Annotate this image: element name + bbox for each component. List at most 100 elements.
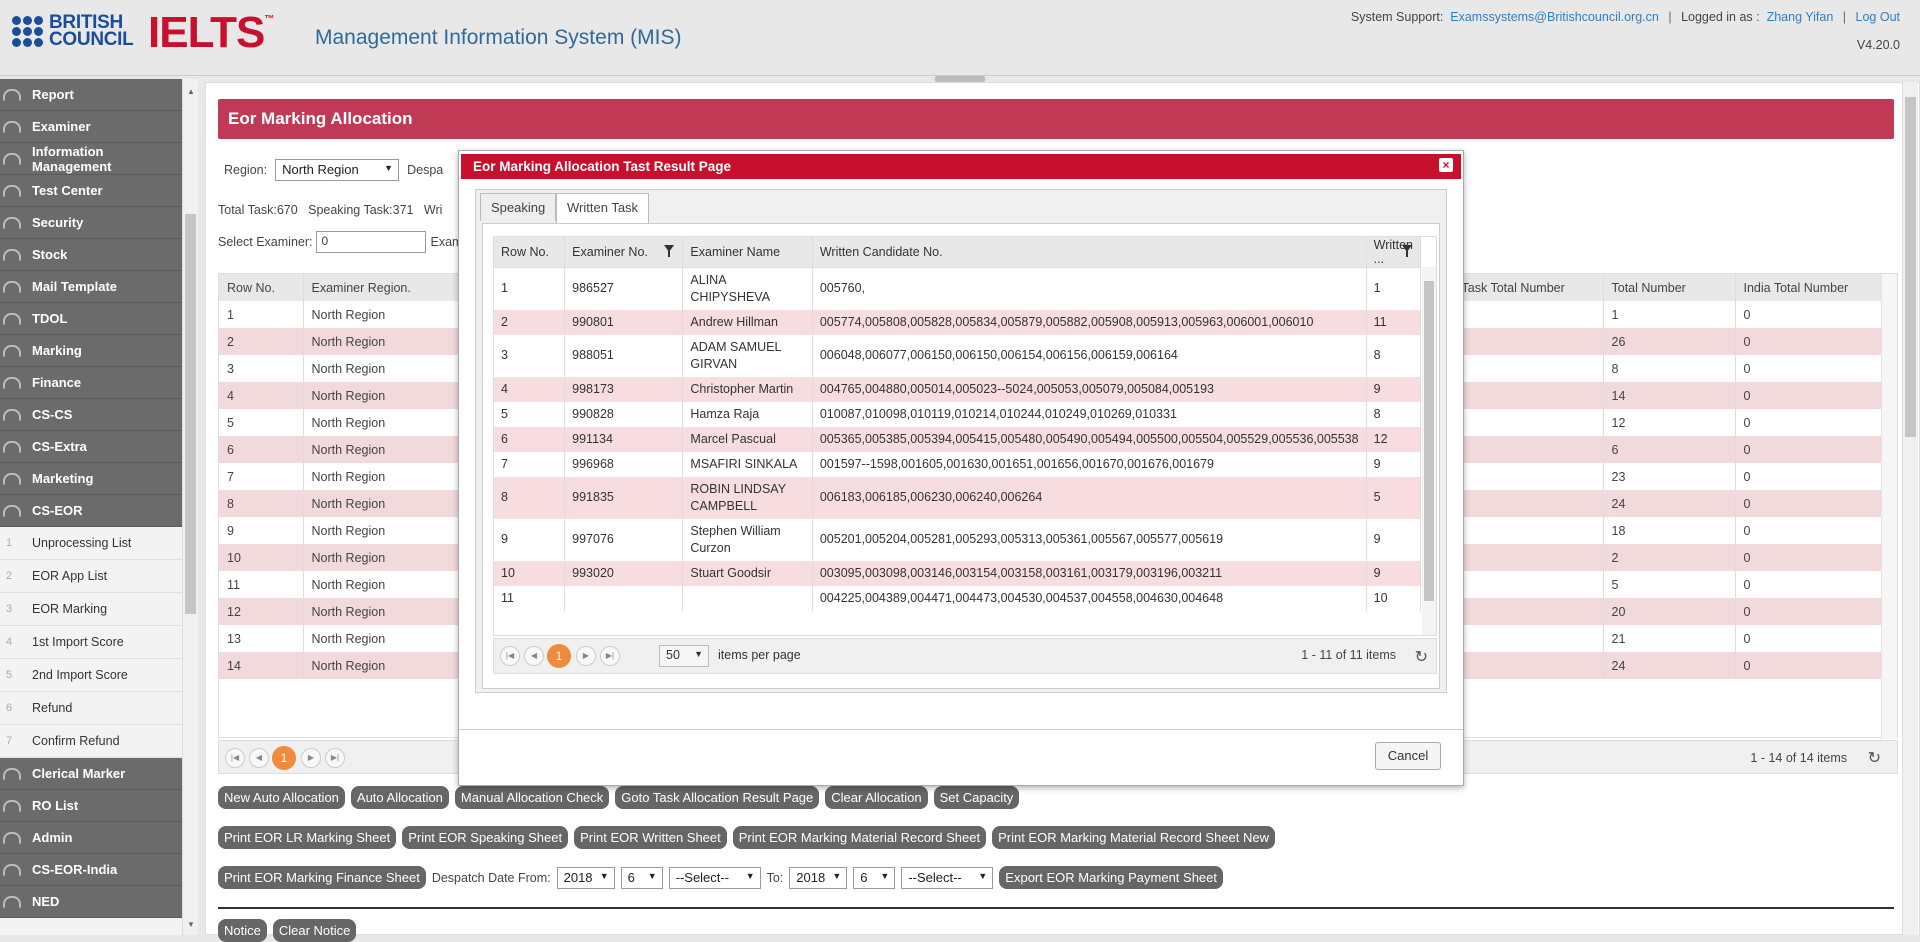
logout-link[interactable]: Log Out xyxy=(1856,10,1900,24)
sidebar-item[interactable]: Information Management xyxy=(0,143,182,175)
menu-folder-icon xyxy=(3,313,21,325)
col-task-total[interactable]: Task Total Number xyxy=(1453,274,1604,301)
table-row[interactable]: 8 991835 ROBIN LINDSAY CAMPBELL 006183,0061… xyxy=(494,476,1422,519)
grid-scrollbar[interactable] xyxy=(1881,274,1897,739)
page-scrollbar[interactable] xyxy=(1902,82,1918,935)
sidebar-scrollbar[interactable]: ▲ ▼ xyxy=(182,79,198,935)
refresh-icon[interactable]: ↻ xyxy=(1868,748,1881,768)
sidebar-item[interactable]: Stock xyxy=(0,239,182,271)
sidebar-item[interactable]: Mail Template xyxy=(0,271,182,303)
print-eor-speaking-sheet-button[interactable]: Print EOR Speaking Sheet xyxy=(402,826,569,849)
sidebar-item[interactable]: Marketing xyxy=(0,463,182,495)
sidebar-item[interactable]: CS-EOR xyxy=(0,495,182,527)
from-day-select[interactable]: --Select-- ▼ xyxy=(668,866,761,889)
filter-icon[interactable] xyxy=(1402,245,1412,257)
sidebar-subitem[interactable]: 5 2nd Import Score xyxy=(0,659,182,692)
table-cell: 993020 xyxy=(564,560,684,586)
select-examiner-input[interactable]: 0 xyxy=(316,231,427,253)
auto-allocation-button[interactable]: Auto Allocation xyxy=(350,786,449,809)
first-page-icon[interactable]: |◀ xyxy=(225,748,245,768)
tab-speaking[interactable]: Speaking xyxy=(480,193,557,221)
to-month-select[interactable]: 6 ▼ xyxy=(853,866,896,889)
set-capacity-button[interactable]: Set Capacity xyxy=(933,786,1020,809)
sidebar-item[interactable]: RO List xyxy=(0,790,182,822)
table-row[interactable]: 7 996968 MSAFIRI SINKALA 001597--1598,00160… xyxy=(494,451,1422,477)
cancel-button[interactable]: Cancel xyxy=(1375,742,1441,770)
region-select[interactable]: North Region ▼ xyxy=(275,159,400,181)
col-row-no[interactable]: Row No. xyxy=(494,237,566,268)
print-eor-lr-marking-sheet-button[interactable]: Print EOR LR Marking Sheet xyxy=(218,826,397,849)
sidebar-item[interactable]: Examiner xyxy=(0,111,182,143)
sidebar-item[interactable]: Test Center xyxy=(0,175,182,207)
refresh-icon[interactable]: ↻ xyxy=(1415,647,1428,667)
clear-allocation-button[interactable]: Clear Allocation xyxy=(825,786,928,809)
col-india-total[interactable]: India Total Number xyxy=(1735,274,1897,301)
prev-page-icon[interactable]: ◀ xyxy=(524,646,544,666)
table-row[interactable]: 11 004225,004389,004471,004473,004530,004… xyxy=(494,585,1422,611)
print-eor-marking-material-record-sheet-new-button[interactable]: Print EOR Marking Material Record Sheet … xyxy=(992,826,1276,849)
table-row[interactable]: 4 998173 Christopher Martin 004765,004880,0… xyxy=(494,376,1422,402)
clear-notice-button[interactable]: Clear Notice xyxy=(272,919,357,942)
sidebar-item[interactable]: Marking xyxy=(0,335,182,367)
last-page-icon[interactable]: ▶| xyxy=(600,646,620,666)
col-written-count[interactable]: Written ... xyxy=(1366,237,1422,268)
to-day-select[interactable]: --Select-- ▼ xyxy=(901,866,994,889)
sidebar-item[interactable]: Security xyxy=(0,207,182,239)
notice-button[interactable]: Notice xyxy=(218,919,267,942)
page-size-select[interactable]: 50 ▼ xyxy=(659,645,709,667)
sidebar-subitem[interactable]: 6 Refund xyxy=(0,692,182,725)
prev-page-icon[interactable]: ◀ xyxy=(249,748,269,768)
col-examiner-no[interactable]: Examiner No. xyxy=(564,237,684,268)
sidebar-item[interactable]: Report xyxy=(0,79,182,111)
goto-task-allocation-result-page-button[interactable]: Goto Task Allocation Result Page xyxy=(615,786,820,809)
from-month-select[interactable]: 6 ▼ xyxy=(620,866,663,889)
support-email-link[interactable]: Examssystems@Britishcouncil.org.cn xyxy=(1450,10,1659,24)
col-row-no[interactable]: Row No. xyxy=(219,274,304,301)
dialog-table-scrollbar[interactable] xyxy=(1422,267,1436,635)
sidebar-item[interactable]: CS-CS xyxy=(0,399,182,431)
current-page[interactable]: 1 xyxy=(272,746,296,770)
table-row[interactable]: 3 988051 ADAM SAMUEL GIRVAN 006048,006077,0… xyxy=(494,334,1422,377)
to-year-select[interactable]: 2018 ▼ xyxy=(789,866,848,889)
manual-allocation-check-button[interactable]: Manual Allocation Check xyxy=(454,786,610,809)
export-payment-sheet-button[interactable]: Export EOR Marking Payment Sheet xyxy=(999,866,1223,889)
sidebar-item-label: TDOL xyxy=(32,311,68,326)
current-page[interactable]: 1 xyxy=(547,644,571,668)
sidebar-subitem[interactable]: 3 EOR Marking xyxy=(0,593,182,626)
print-eor-written-sheet-button[interactable]: Print EOR Written Sheet xyxy=(574,826,727,849)
from-year-select[interactable]: 2018 ▼ xyxy=(556,866,615,889)
sidebar-item[interactable]: Admin xyxy=(0,822,182,854)
sidebar-item[interactable]: NED xyxy=(0,886,182,918)
sidebar-item[interactable]: CS-EOR-India xyxy=(0,854,182,886)
close-icon[interactable]: × xyxy=(1439,158,1453,172)
first-page-icon[interactable]: |◀ xyxy=(500,646,520,666)
sidebar-subitem[interactable]: 1 Unprocessing List xyxy=(0,527,182,560)
filter-icon[interactable] xyxy=(664,245,675,257)
sidebar-subitem[interactable]: 2 EOR App List xyxy=(0,560,182,593)
sidebar-item[interactable]: TDOL xyxy=(0,303,182,335)
next-page-icon[interactable]: ▶ xyxy=(576,646,596,666)
sidebar-item[interactable]: Clerical Marker xyxy=(0,758,182,790)
col-examiner-name[interactable]: Examiner Name xyxy=(682,237,813,268)
table-row[interactable]: 5 990828 Hamza Raja 010087,010098,010119,01… xyxy=(494,401,1422,427)
table-row[interactable]: 9 997076 Stephen William Curzon 005201,0052… xyxy=(494,518,1422,561)
tab-written-task[interactable]: Written Task xyxy=(556,193,650,223)
sidebar-subitem[interactable]: 7 Confirm Refund xyxy=(0,725,182,758)
col-total-number[interactable]: Total Number xyxy=(1603,274,1736,301)
table-cell xyxy=(1453,517,1604,544)
sidebar-subitem[interactable]: 4 1st Import Score xyxy=(0,626,182,659)
user-name-link[interactable]: Zhang Yifan xyxy=(1767,10,1834,24)
new-auto-allocation-button[interactable]: New Auto Allocation xyxy=(218,786,345,809)
print-eor-marking-material-record-sheet-button[interactable]: Print EOR Marking Material Record Sheet xyxy=(732,826,987,849)
print-finance-sheet-button[interactable]: Print EOR Marking Finance Sheet xyxy=(218,866,426,889)
table-row[interactable]: 2 990801 Andrew Hillman 005774,005808,00582… xyxy=(494,309,1422,335)
sidebar-item[interactable]: CS-Extra xyxy=(0,431,182,463)
last-page-icon[interactable]: ▶| xyxy=(325,748,345,768)
table-row[interactable]: 6 991134 Marcel Pascual 005365,005385,00539… xyxy=(494,426,1422,452)
table-row[interactable]: 1 986527 ALINA CHIPYSHEVA 005760, 1 xyxy=(494,267,1422,310)
sidebar-item[interactable]: Finance xyxy=(0,367,182,399)
table-row[interactable]: 10 993020 Stuart Goodsir 003095,003098,0031… xyxy=(494,560,1422,586)
next-page-icon[interactable]: ▶ xyxy=(301,748,321,768)
table-cell: 0 xyxy=(1735,598,1897,625)
col-written-candidate-no[interactable]: Written Candidate No. xyxy=(812,237,1367,268)
